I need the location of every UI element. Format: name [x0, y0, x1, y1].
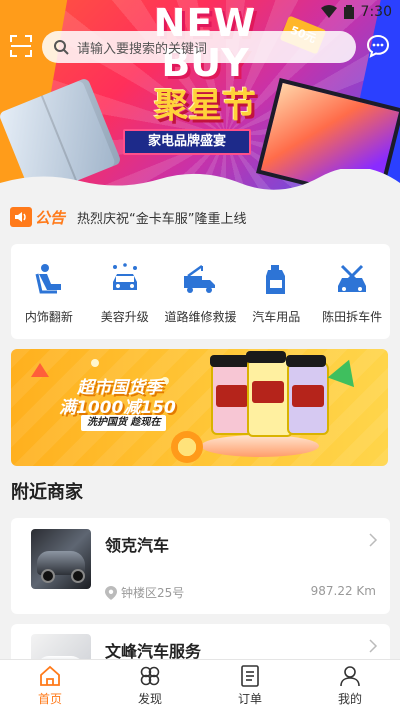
promo-triangle-decoration: [31, 363, 49, 377]
merchant-distance: 987.22 Km: [310, 584, 376, 598]
tab-profile[interactable]: 我的: [300, 660, 400, 711]
service-item-interior[interactable]: 内饰翻新: [11, 244, 87, 325]
orange-decoration: [171, 431, 203, 463]
tab-label: 发现: [137, 692, 162, 706]
scan-icon[interactable]: [9, 34, 33, 58]
service-item-supplies[interactable]: 汽车用品: [238, 244, 314, 325]
status-bar: 7:30: [320, 2, 392, 22]
service-item-beauty[interactable]: 美容升级: [87, 244, 163, 325]
service-label: 内饰翻新: [24, 310, 73, 324]
car-parts-icon: [338, 264, 367, 292]
message-icon[interactable]: [366, 34, 390, 58]
tab-label: 我的: [337, 692, 362, 706]
service-label: 道路维修救援: [164, 310, 237, 324]
announcement-badge: 公告: [10, 207, 65, 227]
merchant-card[interactable]: 领克汽车 钟楼区25号 987.22 Km: [11, 518, 390, 614]
merchant-address: 钟楼区25号: [121, 586, 185, 600]
oil-bottle-icon: [266, 265, 286, 294]
car-wash-icon: [112, 263, 137, 290]
hero-banner[interactable]: NEW BUY 聚星节 家电品牌盛宴 50元: [0, 0, 400, 195]
tab-orders[interactable]: 订单: [200, 660, 300, 711]
car-seat-icon: [35, 264, 61, 294]
home-icon: [40, 665, 60, 686]
search-icon: [54, 40, 69, 55]
promo-dot-decoration: [161, 377, 169, 385]
tab-home[interactable]: 首页: [0, 660, 100, 711]
location-pin-icon: [105, 585, 117, 600]
hero-subtitle: 家电品牌盛宴: [123, 129, 251, 155]
announcement-message[interactable]: 热烈庆祝“金卡车服”隆重上线: [77, 208, 246, 227]
wifi-icon: [320, 5, 337, 18]
announcement-label: 公告: [35, 208, 66, 227]
tow-truck-icon: [184, 264, 216, 293]
merchant-location: 钟楼区25号: [105, 584, 184, 601]
merchant-name: 领克汽车: [105, 536, 170, 555]
service-label: 美容升级: [100, 310, 149, 324]
nearby-title: 附近商家: [11, 482, 83, 503]
service-item-rescue[interactable]: 道路维修救援: [163, 244, 239, 325]
service-label: 汽车用品: [252, 310, 301, 324]
promo-dot-decoration: [91, 359, 99, 367]
tab-discover[interactable]: 发现: [100, 660, 200, 711]
merchant-thumbnail: [31, 529, 91, 589]
order-icon: [241, 665, 259, 687]
product-jar-purple: [286, 355, 329, 435]
promo-line3: 洗护国货 趁现在: [81, 415, 167, 431]
search-input[interactable]: 请输入要搜索的关键词: [77, 38, 207, 57]
bottom-tab-bar: 首页 发现 订单 我的: [0, 659, 400, 711]
hero-title-cn: 聚星节: [154, 86, 256, 126]
service-item-parts[interactable]: 陈田拆车件: [314, 244, 390, 325]
product-stage: [201, 435, 319, 457]
hero-wave-divider: [0, 169, 400, 195]
search-bar[interactable]: 请输入要搜索的关键词: [42, 31, 356, 63]
announcement-bar[interactable]: 公告 热烈庆祝“金卡车服”隆重上线: [0, 195, 400, 239]
service-grid: 内饰翻新 美容升级 道路维修救援 汽车用品 陈田拆车件: [11, 244, 390, 339]
discover-icon: [140, 666, 160, 686]
chevron-right-icon: [369, 639, 378, 653]
service-label: 陈田拆车件: [322, 310, 383, 324]
battery-icon: [343, 5, 354, 19]
tab-label: 首页: [37, 692, 62, 706]
profile-icon: [340, 666, 360, 687]
merchant-card[interactable]: 文峰汽车服务: [11, 624, 390, 664]
chevron-right-icon: [369, 533, 378, 547]
status-time: 7:30: [360, 4, 392, 20]
tab-label: 订单: [237, 692, 262, 706]
speaker-icon: [10, 207, 32, 227]
promo-banner[interactable]: 超市国货季 满1000减150 洗护国货 趁现在: [11, 349, 388, 466]
